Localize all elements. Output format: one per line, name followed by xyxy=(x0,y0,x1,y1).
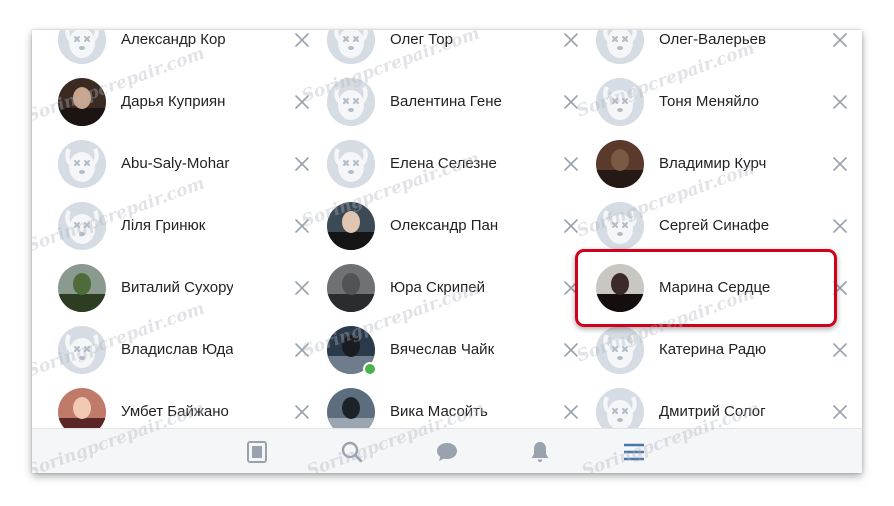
online-indicator-icon xyxy=(363,362,377,376)
avatar[interactable] xyxy=(596,140,644,188)
remove-friend-button[interactable] xyxy=(294,218,310,234)
avatar[interactable] xyxy=(327,202,375,250)
friend-card[interactable]: Вика Масойть xyxy=(327,381,589,428)
friend-card[interactable]: Александр Кор xyxy=(58,30,320,71)
friend-name[interactable]: Ліля Гринюк xyxy=(121,217,233,235)
remove-friend-button[interactable] xyxy=(832,404,848,420)
friend-card[interactable]: Катерина Радю xyxy=(596,319,858,381)
default-avatar-icon[interactable] xyxy=(327,78,375,126)
remove-friend-button[interactable] xyxy=(832,280,848,296)
friend-card[interactable]: Юра Скрипей xyxy=(327,257,589,319)
remove-friend-button[interactable] xyxy=(832,342,848,358)
friend-name[interactable]: Вика Масойть xyxy=(390,403,502,421)
default-avatar-icon[interactable] xyxy=(596,78,644,126)
default-avatar-icon[interactable] xyxy=(58,30,106,64)
friend-row: Дарья Куприян Валентина Гене Тоня Меняйло xyxy=(32,71,862,133)
friend-card[interactable]: Вячеслав Чайк xyxy=(327,319,589,381)
notifications-icon[interactable] xyxy=(527,439,553,465)
friend-card[interactable]: Сергей Синафе xyxy=(596,195,858,257)
default-avatar-icon[interactable] xyxy=(58,202,106,250)
friend-row: Виталий Сухору Юра Скрипей Марина Сердце xyxy=(32,257,862,319)
default-avatar-icon[interactable] xyxy=(327,30,375,64)
friend-card[interactable]: Владислав Юда xyxy=(58,319,320,381)
default-avatar-icon[interactable] xyxy=(596,202,644,250)
friend-card[interactable]: Тоня Меняйло xyxy=(596,71,858,133)
remove-friend-button[interactable] xyxy=(294,32,310,48)
menu-icon[interactable] xyxy=(621,439,647,465)
friend-card[interactable]: Валентина Гене xyxy=(327,71,589,133)
remove-friend-button[interactable] xyxy=(563,156,579,172)
remove-friend-button[interactable] xyxy=(832,94,848,110)
friend-name[interactable]: Валентина Гене xyxy=(390,93,502,111)
friend-name[interactable]: Елена Селезне xyxy=(390,155,502,173)
friend-name[interactable]: Умбет Байжано xyxy=(121,403,233,421)
friend-row: Владислав Юда Вячеслав Чайк Катерина Радю xyxy=(32,319,862,381)
remove-friend-button[interactable] xyxy=(563,218,579,234)
friend-name[interactable]: Юра Скрипей xyxy=(390,279,502,297)
friend-card-highlighted[interactable]: Марина Сердце xyxy=(596,257,858,319)
friend-name[interactable]: Александр Кор xyxy=(121,31,233,49)
avatar[interactable] xyxy=(58,388,106,428)
remove-friend-button[interactable] xyxy=(294,156,310,172)
friend-card[interactable]: Олег Тор xyxy=(327,30,589,71)
remove-friend-button[interactable] xyxy=(563,280,579,296)
friend-card[interactable]: Дарья Куприян xyxy=(58,71,320,133)
default-avatar-icon[interactable] xyxy=(596,326,644,374)
friend-name[interactable]: Вячеслав Чайк xyxy=(390,341,502,359)
friend-card[interactable]: Владимир Курч xyxy=(596,133,858,195)
default-avatar-icon[interactable] xyxy=(596,388,644,428)
friend-name[interactable]: Владимир Курч xyxy=(659,155,771,173)
messages-icon[interactable] xyxy=(434,439,460,465)
avatar[interactable] xyxy=(596,264,644,312)
remove-friend-button[interactable] xyxy=(563,32,579,48)
friend-card[interactable]: Abu-Saly-Mohar xyxy=(58,133,320,195)
app-window: Александр Кор Олег Тор Олег-Валерьев Дарья … xyxy=(32,30,862,473)
default-avatar-icon[interactable] xyxy=(327,140,375,188)
remove-friend-button[interactable] xyxy=(832,156,848,172)
default-avatar-icon[interactable] xyxy=(58,140,106,188)
friend-row: Ліля Гринюк Олександр Пан Сергей Синафе xyxy=(32,195,862,257)
default-avatar-icon[interactable] xyxy=(596,30,644,64)
bottom-tab-bar xyxy=(32,428,862,473)
friend-name[interactable]: Олег-Валерьев xyxy=(659,31,771,49)
friend-row: Abu-Saly-Mohar Елена Селезне Владимир Курч xyxy=(32,133,862,195)
remove-friend-button[interactable] xyxy=(294,94,310,110)
remove-friend-button[interactable] xyxy=(832,218,848,234)
avatar[interactable] xyxy=(58,78,106,126)
friends-grid: Александр Кор Олег Тор Олег-Валерьев Дарья … xyxy=(32,30,862,428)
remove-friend-button[interactable] xyxy=(294,404,310,420)
avatar[interactable] xyxy=(327,388,375,428)
avatar[interactable] xyxy=(58,264,106,312)
remove-friend-button[interactable] xyxy=(563,342,579,358)
friend-card[interactable]: Олександр Пан xyxy=(327,195,589,257)
friend-card[interactable]: Дмитрий Солог xyxy=(596,381,858,428)
friend-name[interactable]: Виталий Сухору xyxy=(121,279,233,297)
friend-name[interactable]: Дмитрий Солог xyxy=(659,403,771,421)
friend-row: Александр Кор Олег Тор Олег-Валерьев xyxy=(32,30,862,71)
remove-friend-button[interactable] xyxy=(832,32,848,48)
friend-row: Умбет Байжано Вика Масойть Дмитрий Солог xyxy=(32,381,862,428)
remove-friend-button[interactable] xyxy=(563,94,579,110)
friend-card[interactable]: Олег-Валерьев xyxy=(596,30,858,71)
friend-card[interactable]: Ліля Гринюк xyxy=(58,195,320,257)
remove-friend-button[interactable] xyxy=(294,280,310,296)
avatar[interactable] xyxy=(327,264,375,312)
friend-card[interactable]: Елена Селезне xyxy=(327,133,589,195)
search-icon[interactable] xyxy=(339,439,365,465)
default-avatar-icon[interactable] xyxy=(58,326,106,374)
friend-name[interactable]: Владислав Юда xyxy=(121,341,233,359)
news-icon[interactable] xyxy=(244,439,270,465)
friend-name[interactable]: Дарья Куприян xyxy=(121,93,233,111)
friend-card[interactable]: Умбет Байжано xyxy=(58,381,320,428)
remove-friend-button[interactable] xyxy=(294,342,310,358)
friend-card[interactable]: Виталий Сухору xyxy=(58,257,320,319)
friend-name[interactable]: Катерина Радю xyxy=(659,341,771,359)
friend-name[interactable]: Сергей Синафе xyxy=(659,217,771,235)
friend-name[interactable]: Abu-Saly-Mohar xyxy=(121,155,233,173)
friend-name[interactable]: Олег Тор xyxy=(390,31,502,49)
friend-name[interactable]: Олександр Пан xyxy=(390,217,502,235)
friend-name[interactable]: Марина Сердце xyxy=(659,279,771,297)
friend-name[interactable]: Тоня Меняйло xyxy=(659,93,771,111)
remove-friend-button[interactable] xyxy=(563,404,579,420)
